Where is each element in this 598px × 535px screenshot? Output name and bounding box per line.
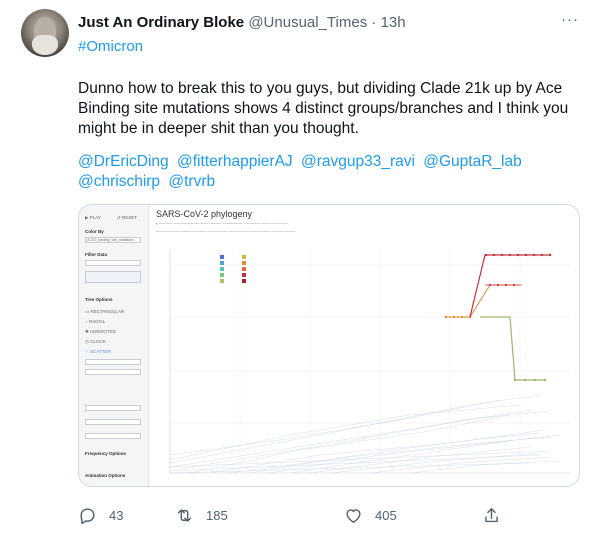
layout-option: ◷ CLOCK xyxy=(85,339,106,344)
tweet-media-image[interactable]: ▶ PLAY ↺ RESET Color By ACE2_binding_sit… xyxy=(78,204,580,487)
color-by-value: ACE2_binding_site_mutations xyxy=(87,238,134,242)
branch-labels-select xyxy=(85,405,141,411)
retweet-button[interactable]: 185 xyxy=(175,504,228,526)
frequency-options-label: Frequency Options xyxy=(85,451,127,456)
filter-data-label: Filter Data xyxy=(85,252,108,257)
reset-button: ↺ RESET xyxy=(117,215,138,220)
series-green-line xyxy=(480,316,545,381)
color-by-label: Color By xyxy=(85,229,104,234)
heart-icon xyxy=(346,508,361,523)
separator-dot: · xyxy=(371,14,377,31)
animation-options-label: Animation Options xyxy=(85,473,126,478)
background-tree-lines xyxy=(169,394,561,474)
mention-link[interactable]: @ravgup33_ravi xyxy=(301,153,415,170)
avatar-beard xyxy=(32,35,58,55)
layout-option: ✱ UNROOTED xyxy=(85,329,116,334)
mention-link[interactable]: @chrischirp xyxy=(78,173,160,190)
retweet-count: 185 xyxy=(206,507,228,523)
play-button: ▶ PLAY xyxy=(85,215,101,220)
hashtag-link[interactable]: #Omicron xyxy=(78,37,143,57)
filter-input xyxy=(85,260,141,266)
mention-link[interactable]: @fitterhappierAJ xyxy=(177,153,293,170)
second-tree-select xyxy=(85,433,141,439)
nextstrain-content: SARS-CoV-2 phylogeny ▪ ───── ───────── ─… xyxy=(150,205,579,486)
tweet-actions: 43 185 405 xyxy=(78,504,538,526)
filter-chip xyxy=(85,271,141,283)
series-red-points xyxy=(484,253,552,287)
tweet-text: Dunno how to break this to you guys, but… xyxy=(78,80,569,137)
scatter-phylogeny-chart xyxy=(169,249,570,474)
layout-option-selected: ⁘ SCATTER xyxy=(85,349,111,354)
chart-legend xyxy=(220,255,246,283)
nextstrain-sidebar: ▶ PLAY ↺ RESET Color By ACE2_binding_sit… xyxy=(79,205,149,486)
like-button[interactable]: 405 xyxy=(344,504,397,526)
timestamp[interactable]: 13h xyxy=(381,14,406,31)
retweet-icon xyxy=(177,508,192,522)
tweet-header: Just An Ordinary Bloke @Unusual_Times · … xyxy=(78,13,406,33)
author-avatar[interactable] xyxy=(21,9,69,57)
like-count: 405 xyxy=(375,507,397,523)
series-orange-line xyxy=(445,284,522,318)
mention-link[interactable]: @GuptaR_lab xyxy=(423,153,521,170)
more-options-icon[interactable]: ··· xyxy=(560,12,580,32)
user-handle[interactable]: @Unusual_Times xyxy=(248,14,367,31)
reply-button[interactable]: 43 xyxy=(78,504,123,526)
mention-link[interactable]: @DrEricDing xyxy=(78,153,169,170)
layout-option: ▭ RECTANGULAR xyxy=(85,309,125,314)
y-axis-select xyxy=(85,369,141,375)
reply-icon xyxy=(80,507,95,524)
layout-option: ◌ RADIAL xyxy=(85,319,106,324)
chart-gridlines xyxy=(170,249,570,473)
mentions: @DrEricDing @fitterhappierAJ @ravgup33_r… xyxy=(78,152,578,192)
display-name[interactable]: Just An Ordinary Bloke xyxy=(78,14,244,31)
series-red-line xyxy=(469,254,550,318)
tree-options-label: Tree Options xyxy=(85,297,113,302)
tip-labels-select xyxy=(85,419,141,425)
share-icon xyxy=(485,507,498,522)
reply-count: 43 xyxy=(109,507,124,523)
x-axis-select xyxy=(85,359,141,365)
mention-link[interactable]: @trvrb xyxy=(168,173,215,190)
share-button[interactable] xyxy=(482,504,513,526)
